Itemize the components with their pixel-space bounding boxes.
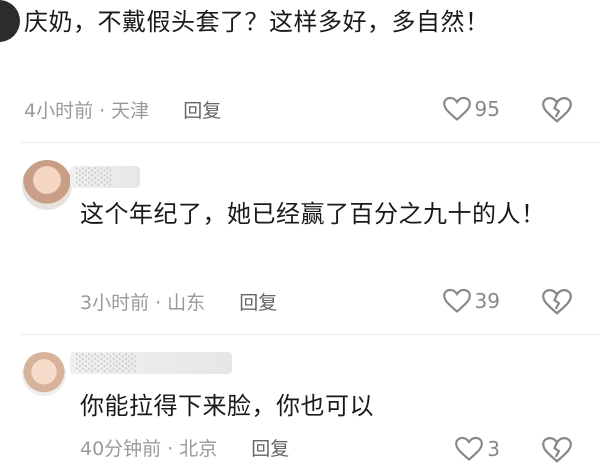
- divider: [20, 334, 600, 335]
- dislike-button[interactable]: [542, 288, 572, 318]
- comment-item: ░░░ 这个年纪了，她已经赢了百分之九十的人！ 3小时前 · 山东 回复 39: [0, 148, 600, 328]
- reply-button[interactable]: 回复: [239, 292, 277, 314]
- broken-heart-icon: [542, 288, 572, 316]
- like-count: 39: [474, 289, 500, 313]
- avatar[interactable]: [22, 160, 72, 210]
- broken-heart-icon: [542, 436, 572, 464]
- heart-icon: [442, 288, 471, 314]
- comment-text: 庆奶，不戴假头套了？这样多好，多自然！: [24, 8, 490, 36]
- comment-text: 你能拉得下来脸，你也可以: [80, 392, 374, 420]
- reply-button[interactable]: 回复: [183, 100, 221, 122]
- dislike-button[interactable]: [542, 96, 572, 126]
- comment-meta: 40分钟前 · 北京 回复: [80, 434, 289, 461]
- comment-time: 4小时前: [24, 100, 94, 122]
- reply-button[interactable]: 回复: [251, 438, 289, 460]
- separator-dot: ·: [155, 292, 162, 314]
- comment-item: 庆奶，不戴假头套了？这样多好，多自然！ 4小时前 · 天津 回复 95: [0, 0, 600, 140]
- like-count: 3: [487, 437, 500, 461]
- comment-time: 40分钟前: [80, 438, 162, 460]
- separator-dot: ·: [167, 438, 174, 460]
- avatar[interactable]: [22, 352, 66, 396]
- like-count: 95: [474, 97, 500, 121]
- username-blurred[interactable]: ░░░░░: [70, 352, 232, 374]
- comment-time: 3小时前: [80, 292, 150, 314]
- dislike-button[interactable]: [542, 436, 572, 466]
- comment-location: 天津: [111, 100, 150, 122]
- comment-location: 北京: [179, 438, 218, 460]
- comment-item: ░░░░░ 你能拉得下来脸，你也可以 40分钟前 · 北京 回复 3: [0, 340, 600, 463]
- divider: [20, 142, 600, 143]
- comment-meta: 3小时前 · 山东 回复: [80, 288, 277, 315]
- heart-icon: [455, 436, 484, 462]
- broken-heart-icon: [542, 96, 572, 124]
- like-button[interactable]: 95: [442, 96, 500, 122]
- comment-meta: 4小时前 · 天津 回复: [24, 96, 221, 123]
- username-blurred[interactable]: ░░░: [70, 166, 140, 188]
- comment-location: 山东: [167, 292, 206, 314]
- comment-text: 这个年纪了，她已经赢了百分之九十的人！: [80, 200, 546, 228]
- avatar[interactable]: [0, 0, 20, 42]
- heart-icon: [442, 96, 471, 122]
- like-button[interactable]: 3: [455, 436, 500, 462]
- like-button[interactable]: 39: [442, 288, 500, 314]
- separator-dot: ·: [99, 100, 106, 122]
